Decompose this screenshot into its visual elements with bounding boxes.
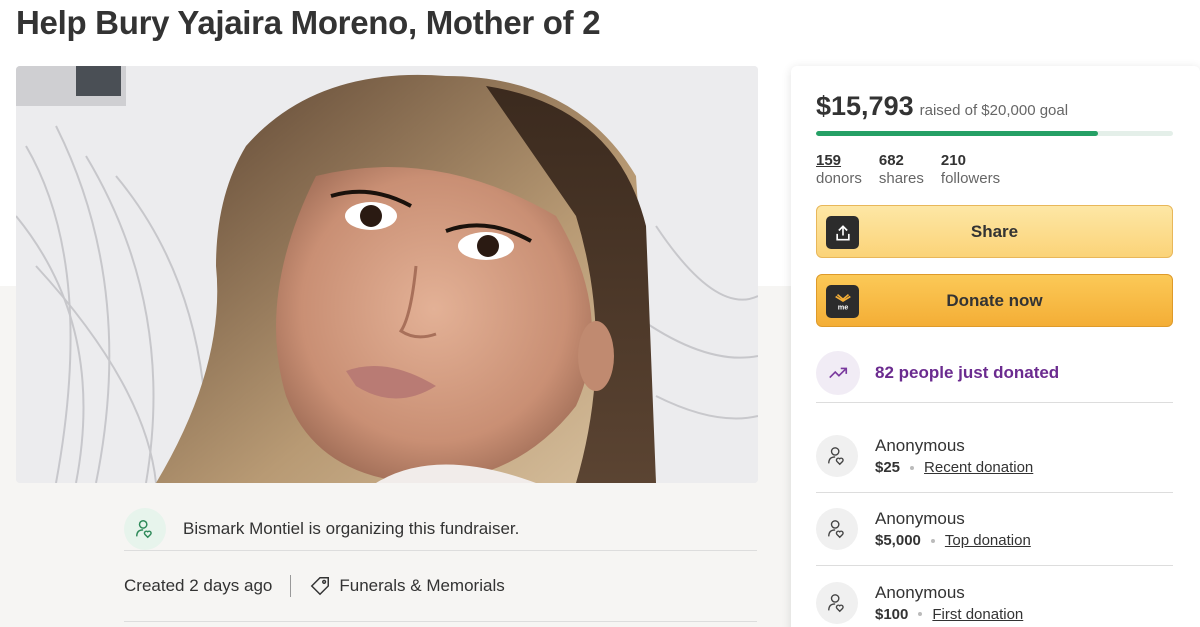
share-button-label: Share xyxy=(970,221,1019,241)
donation-item: Anonymous $100 First donation xyxy=(816,566,1173,627)
share-upload-icon xyxy=(826,216,859,249)
svg-text:me: me xyxy=(837,302,848,311)
stat-followers: 210 followers xyxy=(941,152,1000,187)
meta-divider xyxy=(290,575,292,597)
donation-amount: $5,000 xyxy=(875,532,921,549)
separator-dot xyxy=(930,538,935,543)
donor-name: Anonymous xyxy=(875,436,965,455)
category-label: Funerals & Memorials xyxy=(339,576,505,595)
donate-button[interactable]: me Donate now xyxy=(816,274,1173,327)
donation-tag-link[interactable]: Top donation xyxy=(945,532,1031,549)
donor-heart-icon xyxy=(816,581,858,624)
campaign-photo[interactable] xyxy=(16,66,758,483)
donor-name: Anonymous xyxy=(875,582,965,602)
donation-sidebar: $15,793 raised of $20,000 goal 159 donor… xyxy=(791,66,1200,627)
donation-item: Anonymous $5,000 Top donation xyxy=(816,493,1173,566)
donor-heart-icon xyxy=(816,508,858,550)
stat-donors-label: donors xyxy=(816,170,862,187)
tag-icon xyxy=(311,577,330,596)
divider xyxy=(124,621,757,622)
stats-row: 159 donors 682 shares 210 followers xyxy=(816,152,1000,187)
raised-summary: $15,793 raised of $20,000 goal xyxy=(816,91,1068,122)
momentum-row: 82 people just donated xyxy=(816,343,1173,403)
donation-amount: $100 xyxy=(875,605,909,623)
progress-bar xyxy=(816,131,1173,136)
separator-dot xyxy=(910,465,915,470)
page-title: Help Bury Yajaira Moreno, Mother of 2 xyxy=(16,4,601,41)
progress-fill xyxy=(816,131,1099,136)
category-link[interactable]: Funerals & Memorials xyxy=(309,575,505,597)
organizer-heart-icon xyxy=(124,508,166,550)
stat-shares-value: 682 xyxy=(878,152,904,169)
created-date: Created 2 days ago xyxy=(124,576,273,595)
stat-followers-value: 210 xyxy=(940,152,966,169)
donation-tag-link[interactable]: First donation xyxy=(932,606,1023,623)
stat-donors[interactable]: 159 donors xyxy=(816,152,862,187)
donate-button-label: Donate now xyxy=(946,290,1043,310)
donor-name: Anonymous xyxy=(875,509,965,528)
stat-shares-label: shares xyxy=(878,170,924,187)
donation-tag-link[interactable]: Recent donation xyxy=(924,459,1033,476)
campaign-meta: Created 2 days ago Funerals & Memorials xyxy=(124,566,757,606)
donor-heart-icon xyxy=(816,435,858,477)
organizer-text: Bismark Montiel is organizing this fundr… xyxy=(183,519,520,538)
separator-dot xyxy=(918,612,923,616)
donation-amount: $25 xyxy=(875,459,901,476)
stat-donors-value[interactable]: 159 xyxy=(816,152,862,169)
stat-followers-label: followers xyxy=(940,170,1001,187)
share-button[interactable]: Share xyxy=(816,205,1173,258)
momentum-text: 82 people just donated xyxy=(875,362,1060,382)
raised-amount: $15,793 xyxy=(816,91,914,121)
donation-item: Anonymous $25 Recent donation xyxy=(816,420,1173,493)
goal-text: raised of $20,000 goal xyxy=(919,102,1069,119)
campaign-photo-image xyxy=(16,66,758,483)
stat-shares: 682 shares xyxy=(879,152,924,187)
organizer-row: Bismark Montiel is organizing this fundr… xyxy=(124,508,757,551)
trending-up-icon xyxy=(816,350,860,395)
gofundme-icon: me xyxy=(826,285,859,318)
